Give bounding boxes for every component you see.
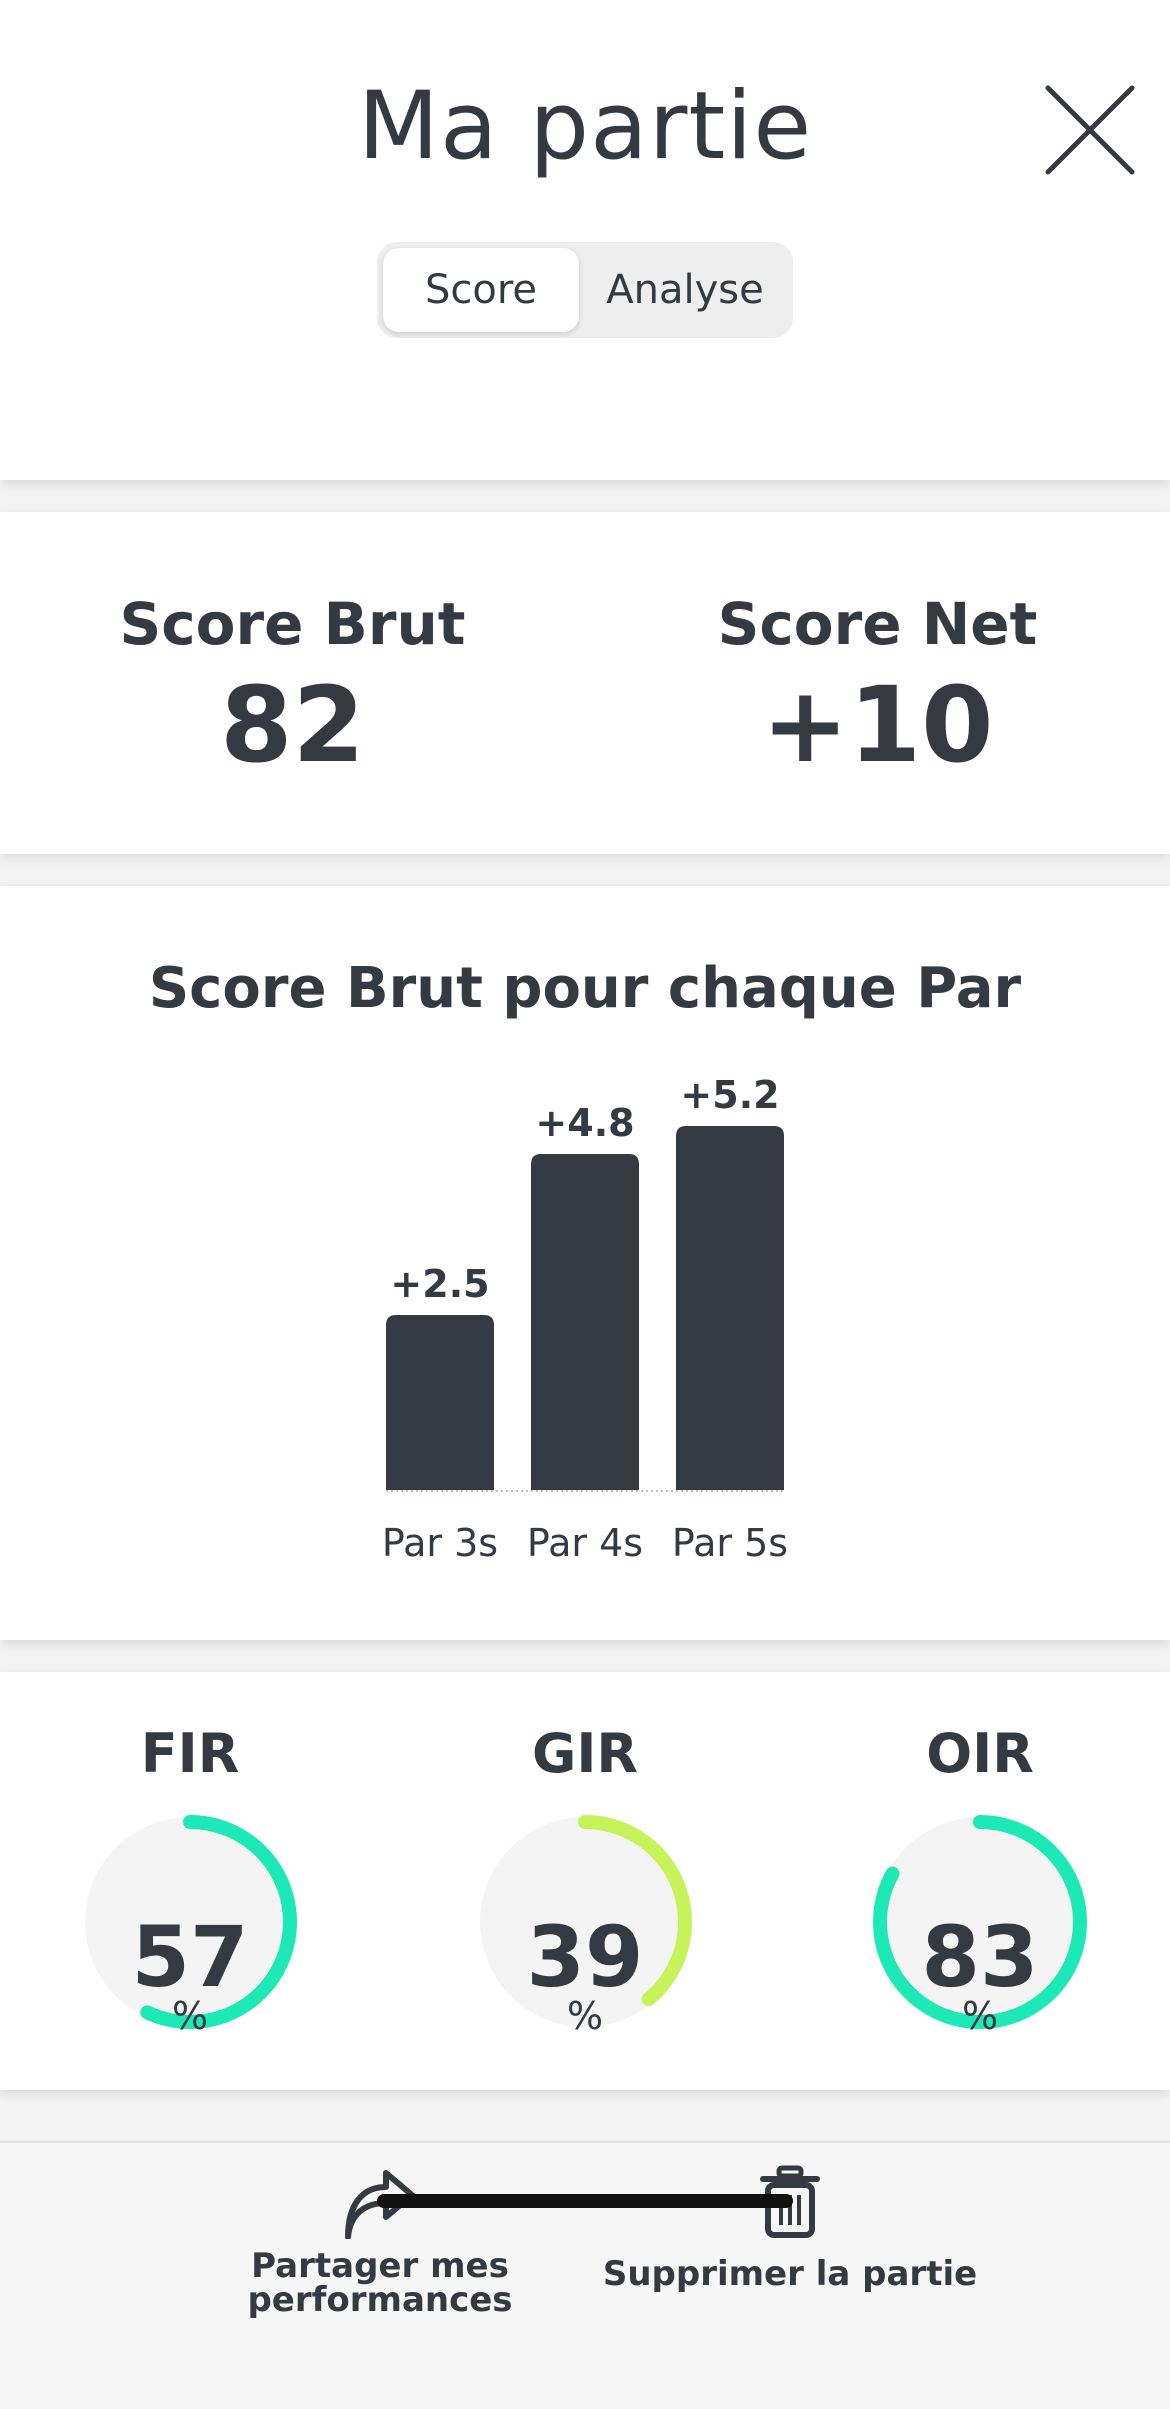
chart-category-label: Par 4s [527,1521,643,1565]
stat-unit: % [566,1994,604,2038]
chart-category-label: Par 5s [672,1521,788,1565]
stat-unit: % [171,1994,209,2038]
score-summary-card: Score Brut 82 Score Net +10 [0,512,1170,854]
stat-gir: GIR 39 % [435,1722,735,2082]
stat-oir: OIR 83 % [830,1722,1130,2082]
header: Ma partie Score Analyse [0,0,1170,480]
stat-value: 83 [921,1908,1039,2006]
stat-value: 39 [526,1908,644,2006]
chart-bar-3 [676,1126,784,1490]
chart-bar-1 [386,1315,494,1490]
stat-fir: FIR 57 % [40,1722,340,2082]
share-button[interactable]: Partager mes performances [230,2163,530,2323]
stats-card: FIR 57 % GIR 39 % OIR 83 % [0,1672,1170,2090]
share-label-line1: Partager mes [251,2246,509,2286]
stat-label: GIR [532,1722,638,1785]
chart-value-label: +4.8 [535,1101,634,1145]
bar-chart: +2.5 Par 3s +4.8 Par 4s +5.2 Par 5s [382,1073,788,1565]
chart-category-label: Par 3s [382,1521,498,1565]
score-net-block: Score Net +10 [585,590,1170,786]
chart-value-label: +2.5 [390,1262,489,1306]
score-brut-block: Score Brut 82 [0,590,585,786]
tab-score[interactable]: Score [383,248,579,332]
chart-value-label: +5.2 [680,1073,779,1117]
segmented-control: Score Analyse [377,242,793,338]
delete-button[interactable]: Supprimer la partie [600,2163,980,2323]
score-brut-value: 82 [220,664,365,786]
delete-label: Supprimer la partie [602,2254,978,2294]
share-label-line2: performances [247,2280,513,2320]
stat-unit: % [961,1994,999,2038]
bottom-action-bar: Partager mes performances Supprimer la p… [0,2141,1170,2409]
chart-card: Score Brut pour chaque Par +2.5 Par 3s +4.… [0,886,1170,1640]
page-title: Ma partie [357,72,813,181]
stat-label: FIR [140,1722,240,1785]
close-icon [1045,85,1135,175]
close-button[interactable] [1040,80,1140,180]
chart-bar-2 [531,1154,639,1490]
score-brut-label: Score Brut [119,590,466,658]
score-net-label: Score Net [717,590,1038,658]
stat-value: 57 [131,1908,249,2006]
home-indicator [377,2194,793,2208]
score-net-value: +10 [761,664,994,786]
stat-label: OIR [926,1722,1034,1785]
tab-analyse[interactable]: Analyse [587,248,783,332]
